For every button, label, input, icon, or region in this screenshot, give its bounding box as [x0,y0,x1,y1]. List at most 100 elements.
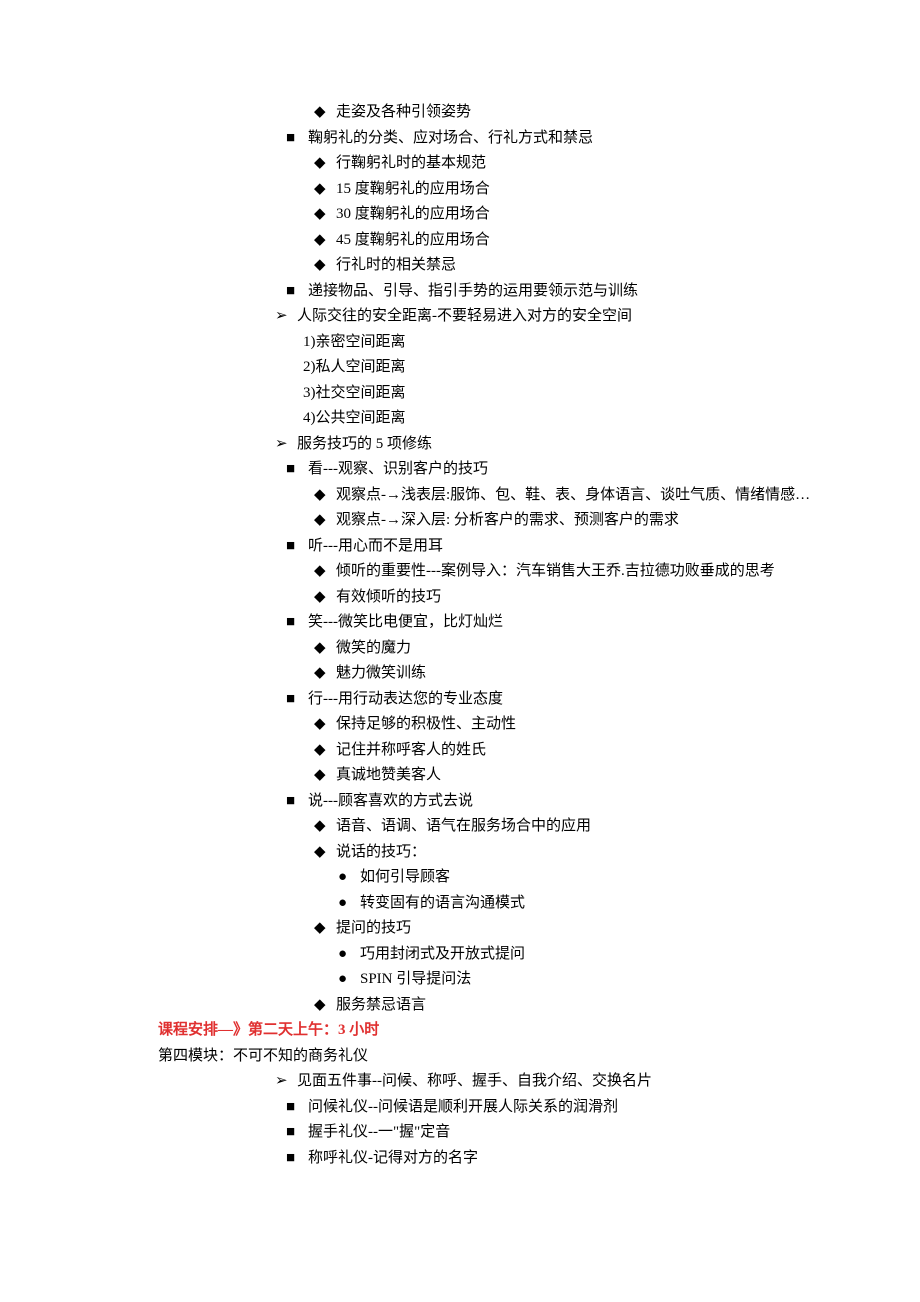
bullet-marker: ◆ [314,100,336,126]
outline-text: 笑---微笑比电便宜，比灯灿烂 [308,610,825,636]
bullet-marker: ◆ [314,814,336,840]
bullet-marker: ➢ [275,432,297,458]
bullet-marker: ■ [286,1095,308,1121]
outline-item: ◆观察点-→深入层: 分析客户的需求、预测客户的需求 [158,508,825,534]
bullet-marker: ■ [286,1146,308,1172]
bullet-marker: ■ [286,1120,308,1146]
outline-item: ◆保持足够的积极性、主动性 [158,712,825,738]
outline-item: ◆说话的技巧： [158,840,825,866]
outline-item: ■鞠躬礼的分类、应对场合、行礼方式和禁忌 [158,126,825,152]
bullet-marker: ◆ [314,202,336,228]
outline-item: ●SPIN 引导提问法 [158,967,825,993]
bullet-marker: ■ [286,457,308,483]
outline-text: 真诚地赞美客人 [336,763,825,789]
bullet-marker: ■ [286,534,308,560]
outline-text: 行---用行动表达您的专业态度 [308,687,825,713]
bullet-marker: ◆ [314,712,336,738]
outline-item: ●转变固有的语言沟通模式 [158,891,825,917]
outline-text: 记住并称呼客人的姓氏 [336,738,825,764]
bullet-marker: ◆ [314,508,336,534]
outline-text: 服务禁忌语言 [336,993,825,1019]
outline-item: ◆行鞠躬礼时的基本规范 [158,151,825,177]
outline-item: ◆行礼时的相关禁忌 [158,253,825,279]
outline-item: ◆记住并称呼客人的姓氏 [158,738,825,764]
bullet-marker: ◆ [314,661,336,687]
outline-text: 15 度鞠躬礼的应用场合 [336,177,825,203]
bullet-marker: ◆ [314,177,336,203]
outline-text: 看---观察、识别客户的技巧 [308,457,825,483]
outline-text: 1)亲密空间距离 [303,330,825,356]
outline-item: ◆30 度鞠躬礼的应用场合 [158,202,825,228]
outline-text: 服务技巧的 5 项修练 [297,432,825,458]
bullet-marker: ◆ [314,738,336,764]
outline-item: ■笑---微笑比电便宜，比灯灿烂 [158,610,825,636]
outline-text: 语音、语调、语气在服务场合中的应用 [336,814,825,840]
outline-text: 30 度鞠躬礼的应用场合 [336,202,825,228]
bullet-marker: ◆ [314,916,336,942]
outline-text: 4)公共空间距离 [303,406,825,432]
outline-text: 倾听的重要性---案例导入：汽车销售大王乔.吉拉德功败垂成的思考 [336,559,825,585]
bullet-marker: ■ [286,789,308,815]
bullet-marker: ■ [286,126,308,152]
outline-item: ◆45 度鞠躬礼的应用场合 [158,228,825,254]
outline-text: 保持足够的积极性、主动性 [336,712,825,738]
bullet-marker: ◆ [314,585,336,611]
outline-item: 4)公共空间距离 [158,406,825,432]
outline-text: 说---顾客喜欢的方式去说 [308,789,825,815]
outline-item: ➢人际交往的安全距离-不要轻易进入对方的安全空间 [158,304,825,330]
bullet-marker: ◆ [314,483,336,509]
outline-text: 魅力微笑训练 [336,661,825,687]
heading-number: 3 [338,1022,346,1038]
outline-item: ◆走姿及各种引领姿势 [158,100,825,126]
outline-item: ●如何引导顾客 [158,865,825,891]
outline-item: ■递接物品、引导、指引手势的运用要领示范与训练 [158,279,825,305]
outline-item: ➢服务技巧的 5 项修练 [158,432,825,458]
outline-item: ◆语音、语调、语气在服务场合中的应用 [158,814,825,840]
bullet-marker: ➢ [275,304,297,330]
outline-text: 鞠躬礼的分类、应对场合、行礼方式和禁忌 [308,126,825,152]
outline-text: 观察点-→深入层: 分析客户的需求、预测客户的需求 [336,508,825,534]
outline-text: 提问的技巧 [336,916,825,942]
bullet-marker: ● [338,942,360,968]
outline-item: 2)私人空间距离 [158,355,825,381]
bullet-marker: ◆ [314,228,336,254]
bullet-marker: ◆ [314,253,336,279]
outline-item: ■看---观察、识别客户的技巧 [158,457,825,483]
outline-item: 3)社交空间距离 [158,381,825,407]
outline-text: 人际交往的安全距离-不要轻易进入对方的安全空间 [297,304,825,330]
outline-text: SPIN 引导提问法 [360,967,825,993]
outline-text: 问候礼仪--问候语是顺利开展人际关系的润滑剂 [308,1095,825,1121]
bullet-marker: ◆ [314,993,336,1019]
outline-item: ■听---用心而不是用耳 [158,534,825,560]
outline-item: ●巧用封闭式及开放式提问 [158,942,825,968]
outline-item: ◆倾听的重要性---案例导入：汽车销售大王乔.吉拉德功败垂成的思考 [158,559,825,585]
outline-text: 递接物品、引导、指引手势的运用要领示范与训练 [308,279,825,305]
outline-item: ◆微笑的魔力 [158,636,825,662]
section-heading: 课程安排—》第二天上午：3 小时 [158,1018,825,1044]
bullet-marker: ◆ [314,151,336,177]
bullet-marker: ● [338,891,360,917]
outline-item: ■问候礼仪--问候语是顺利开展人际关系的润滑剂 [158,1095,825,1121]
bullet-marker: ◆ [314,840,336,866]
heading-text: 课程安排—》第二天上午： [158,1022,338,1038]
outline-text: 观察点-→浅表层:服饰、包、鞋、表、身体语言、谈吐气质、情绪情感… [336,483,825,509]
outline-item: ■称呼礼仪-记得对方的名字 [158,1146,825,1172]
bullet-marker: ➢ [275,1069,297,1095]
outline-text: 如何引导顾客 [360,865,825,891]
module-title: 第四模块：不可不知的商务礼仪 [158,1044,825,1070]
outline-item: ■行---用行动表达您的专业态度 [158,687,825,713]
outline-item: ◆提问的技巧 [158,916,825,942]
outline-item: ◆有效倾听的技巧 [158,585,825,611]
outline-text: 3)社交空间距离 [303,381,825,407]
heading-text-end: 小时 [346,1022,380,1038]
outline-item: 1)亲密空间距离 [158,330,825,356]
outline-text: 称呼礼仪-记得对方的名字 [308,1146,825,1172]
bullet-marker: ◆ [314,559,336,585]
outline-text: 走姿及各种引领姿势 [336,100,825,126]
outline-text: 转变固有的语言沟通模式 [360,891,825,917]
outline-item: ◆观察点-→浅表层:服饰、包、鞋、表、身体语言、谈吐气质、情绪情感… [158,483,825,509]
outline-text: 行礼时的相关禁忌 [336,253,825,279]
outline-text: 见面五件事--问候、称呼、握手、自我介绍、交换名片 [297,1069,825,1095]
outline-item: ■说---顾客喜欢的方式去说 [158,789,825,815]
outline-item: ◆魅力微笑训练 [158,661,825,687]
